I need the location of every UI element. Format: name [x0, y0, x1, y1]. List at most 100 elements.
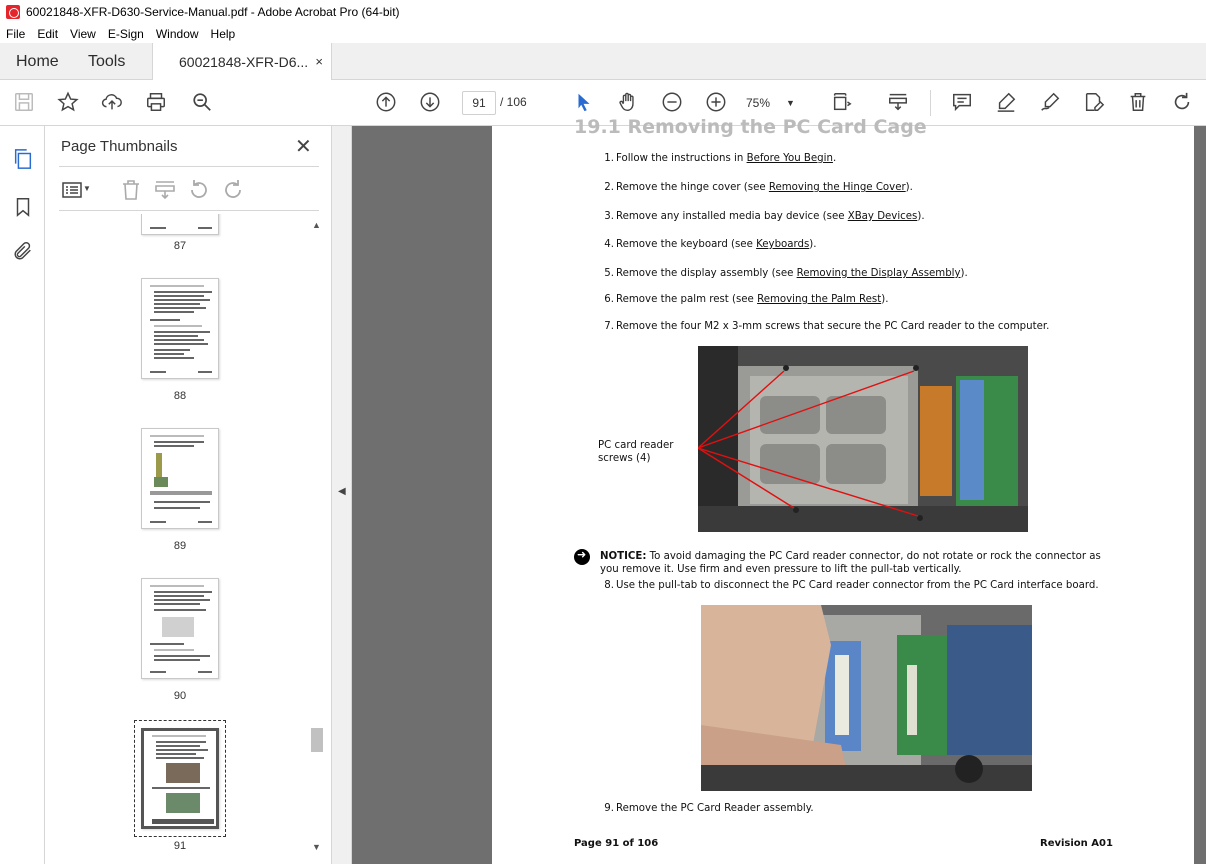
notice-arrow-icon	[574, 548, 590, 565]
step-link[interactable]: XBay Devices	[848, 211, 918, 222]
zoom-value: 75%	[746, 96, 771, 110]
scroll-up-icon[interactable]: ▲	[312, 220, 321, 230]
rotate-right-icon[interactable]	[221, 178, 245, 202]
step-text: Remove any installed media bay device (s…	[616, 211, 848, 222]
panel-toolbar: ▼	[59, 176, 319, 204]
collapse-panel-icon[interactable]: ◀	[338, 486, 346, 497]
rotate-icon[interactable]	[1170, 90, 1194, 114]
page-thumbnails-icon[interactable]	[12, 148, 34, 170]
step-number: 4.	[604, 239, 614, 250]
comment-icon[interactable]	[950, 90, 974, 114]
attachment-icon[interactable]	[12, 240, 34, 262]
notice-text: To avoid damaging the PC Card reader con…	[600, 551, 1101, 575]
highlight-icon[interactable]	[994, 90, 1018, 114]
step-number: 6.	[604, 294, 614, 305]
thumbnail-page[interactable]	[141, 214, 219, 235]
step-text: Remove the palm rest (see	[616, 294, 758, 305]
zoom-in-icon[interactable]	[704, 90, 728, 114]
step-link[interactable]: Before You Begin	[747, 153, 833, 164]
step-text-end: ).	[960, 268, 968, 279]
menu-help[interactable]: Help	[205, 27, 242, 41]
step-text: Use the pull-tab to disconnect the PC Ca…	[616, 580, 1099, 591]
zoom-out-icon[interactable]	[660, 90, 684, 114]
chevron-down-icon[interactable]: ▼	[83, 184, 107, 208]
section-heading: 19.1 Removing the PC Card Cage	[574, 116, 927, 138]
connector-removal-photo	[701, 605, 1032, 791]
pdf-page: 19.1 Removing the PC Card Cage 1. Follow…	[492, 116, 1194, 864]
print-icon[interactable]	[144, 90, 168, 114]
menu-view[interactable]: View	[64, 27, 102, 41]
menu-edit[interactable]: Edit	[31, 27, 64, 41]
upload-icon[interactable]	[100, 90, 124, 114]
star-icon[interactable]	[56, 90, 80, 114]
tab-document[interactable]: 60021848-XFR-D6... ×	[152, 43, 332, 81]
delete-page-icon[interactable]	[119, 178, 143, 202]
step-link[interactable]: Keyboards	[756, 239, 809, 250]
step-number: 5.	[604, 268, 614, 279]
tab-close-icon[interactable]: ×	[315, 54, 323, 69]
step-text-end: ).	[905, 182, 913, 193]
scroll-mode-icon[interactable]	[886, 90, 910, 114]
tab-document-label: 60021848-XFR-D6...	[179, 54, 309, 70]
step-text: Remove the four M2 x 3-mm screws that se…	[616, 321, 1050, 332]
menu-bar: File Edit View E-Sign Window Help	[0, 24, 1206, 43]
edit-icon[interactable]	[1082, 90, 1106, 114]
step-number: 1.	[604, 153, 614, 164]
fit-page-icon[interactable]	[830, 90, 854, 114]
thumbnail-label: 89	[173, 540, 187, 552]
menu-file[interactable]: File	[0, 27, 31, 41]
thumbnail-scrollbar[interactable]: ▲ ▼	[309, 218, 323, 858]
menu-esign[interactable]: E-Sign	[102, 27, 150, 41]
step-text-end: ).	[881, 294, 889, 305]
step-link[interactable]: Removing the Hinge Cover	[769, 182, 906, 193]
page-number-input[interactable]: 91	[462, 91, 496, 115]
document-viewer: 19.1 Removing the PC Card Cage 1. Follow…	[352, 116, 1206, 864]
scroll-down-icon[interactable]: ▼	[312, 842, 321, 852]
page-down-icon[interactable]	[418, 90, 442, 114]
tab-tools[interactable]: Tools	[88, 43, 125, 80]
chevron-down-icon: ▼	[786, 98, 795, 108]
step-number: 2.	[604, 182, 614, 193]
page-up-icon[interactable]	[374, 90, 398, 114]
select-arrow-icon[interactable]	[572, 90, 596, 114]
delete-icon[interactable]	[1126, 90, 1150, 114]
step-text: Follow the instructions in	[616, 153, 747, 164]
toolbar-divider	[930, 90, 931, 116]
zoom-select[interactable]: 75% ▼	[746, 91, 806, 115]
zoom-search-icon[interactable]	[190, 90, 214, 114]
thumbnail-page[interactable]	[141, 428, 219, 529]
step-number: 7.	[604, 321, 614, 332]
menu-window[interactable]: Window	[150, 27, 205, 41]
scrollbar-thumb[interactable]	[311, 728, 323, 752]
step-text-end: ).	[809, 239, 817, 250]
save-icon[interactable]	[12, 90, 36, 114]
acrobat-app-icon	[6, 5, 20, 19]
page-thumbnails-panel: Page Thumbnails ✕ ▼ 87 88 89 90 91 ▲ ▼	[45, 126, 331, 858]
panel-splitter[interactable]: ◀	[331, 126, 352, 864]
thumbnail-page[interactable]	[141, 578, 219, 679]
step-text: Remove the display assembly (see	[616, 268, 797, 279]
insert-page-icon[interactable]	[153, 178, 177, 202]
bookmark-icon[interactable]	[12, 196, 34, 218]
rotate-left-icon[interactable]	[187, 178, 211, 202]
panel-title: Page Thumbnails	[61, 138, 178, 155]
panel-close-icon[interactable]: ✕	[295, 134, 312, 159]
thumbnail-page[interactable]	[141, 278, 219, 379]
page-footer-left: Page 91 of 106	[574, 838, 659, 849]
title-bar: 60021848-XFR-D630-Service-Manual.pdf - A…	[0, 0, 1206, 24]
thumbnail-label: 90	[173, 690, 187, 702]
panel-divider	[59, 210, 319, 211]
notice-label: NOTICE:	[600, 551, 647, 562]
step-link[interactable]: Removing the Display Assembly	[797, 268, 961, 279]
tab-bar: Home Tools 60021848-XFR-D6... ×	[0, 43, 1206, 81]
window-title: 60021848-XFR-D630-Service-Manual.pdf - A…	[26, 5, 400, 19]
hand-icon[interactable]	[616, 90, 640, 114]
thumbnail-page[interactable]	[141, 728, 219, 829]
step-link[interactable]: Removing the Palm Rest	[757, 294, 881, 305]
thumbnail-options-icon[interactable]	[61, 178, 85, 202]
step-text-end: ).	[917, 211, 925, 222]
sign-icon[interactable]	[1038, 90, 1062, 114]
tab-home[interactable]: Home	[16, 43, 59, 80]
step-text: Remove the keyboard (see	[616, 239, 757, 250]
thumbnail-label: 88	[173, 390, 187, 402]
